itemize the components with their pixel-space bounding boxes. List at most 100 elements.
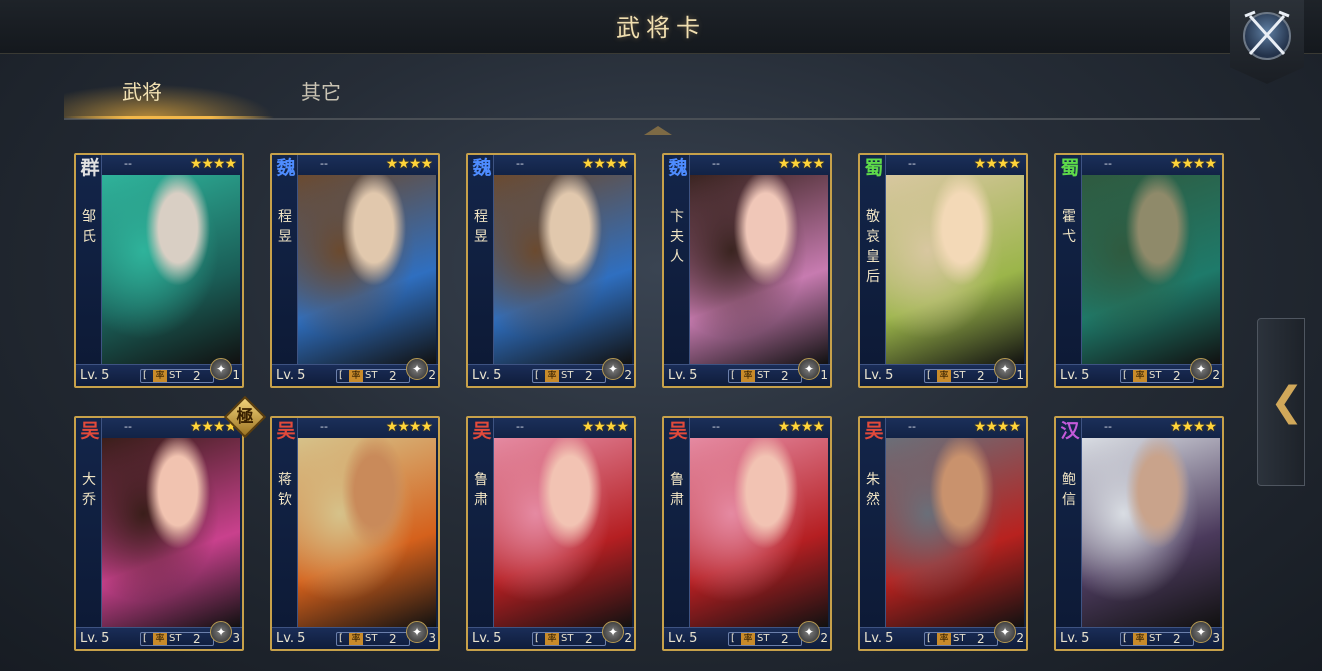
general-card[interactable]: 魏 -- ★★★★ 程昱 Lv. 5 [ 率 ST 2 ✦ 2 (466, 153, 636, 388)
level-value: 5 (297, 631, 306, 646)
level-prefix: Lv. (80, 631, 99, 646)
faction-label: 蜀 (1060, 157, 1080, 179)
stat-value: 2 (781, 369, 789, 383)
unit-type-icon: ✦ (798, 358, 820, 380)
card-side-panel (1056, 155, 1082, 364)
unit-type-icon: ✦ (1190, 358, 1212, 380)
level-value: 5 (493, 368, 502, 383)
faction-label: 群 (80, 157, 100, 179)
level-prefix: Lv. (276, 631, 295, 646)
general-card[interactable]: 魏 -- ★★★★ 卞夫人 Lv. 5 [ 率 ST 2 ✦ 1 (662, 153, 832, 388)
level-display: Lv. 5 (864, 631, 893, 646)
tab-others[interactable]: 其它 (301, 76, 341, 105)
stat-label: 率 (349, 370, 363, 382)
general-portrait (1082, 175, 1220, 364)
rank-placeholder: -- (908, 157, 916, 170)
general-portrait (886, 175, 1024, 364)
general-card[interactable]: 吴 -- ★★★★ 鲁肃 Lv. 5 [ 率 ST 2 ✦ 2 (662, 416, 832, 651)
card-side-panel (272, 155, 298, 364)
star-rating: ★★★★ (581, 419, 629, 435)
active-tab-glow (64, 84, 274, 118)
card-footer: Lv. 5 [ 率 ST 2 ✦ 2 (272, 358, 438, 386)
stat-bracket-icon: [ (535, 370, 539, 381)
rank-placeholder: -- (1104, 157, 1112, 170)
card-side-panel (76, 418, 102, 627)
stat-code: ST (953, 370, 966, 381)
level-display: Lv. 5 (472, 631, 501, 646)
card-footer: Lv. 5 [ 率 ST 2 ✦ 2 (468, 358, 634, 386)
active-tab-underline (64, 116, 274, 119)
stat-box: [ 率 ST 2 (532, 369, 606, 383)
faction-label: 魏 (668, 157, 688, 179)
card-side-panel (468, 418, 494, 627)
level-display: Lv. 5 (668, 631, 697, 646)
stat-label: 率 (545, 370, 559, 382)
card-footer: Lv. 5 [ 率 ST 2 ✦ 2 (468, 621, 634, 649)
general-card[interactable]: 群 -- ★★★★ 邹氏 Lv. 5 [ 率 ST 2 ✦ 1 (74, 153, 244, 388)
unit-type-icon: ✦ (602, 621, 624, 643)
stat-bracket-icon: [ (731, 633, 735, 644)
level-prefix: Lv. (80, 368, 99, 383)
unit-type-icon: ✦ (994, 358, 1016, 380)
stat-box: [ 率 ST 2 (140, 369, 214, 383)
rarity-badge-label: 極 (236, 407, 254, 427)
general-card[interactable]: 吴 -- ★★★★ 蒋钦 Lv. 5 [ 率 ST 2 ✦ 3 (270, 416, 440, 651)
tab-generals[interactable]: 武将 (122, 76, 162, 105)
stat-label: 率 (545, 633, 559, 645)
rank-placeholder: -- (124, 420, 132, 433)
faction-label: 魏 (276, 157, 296, 179)
general-card[interactable]: 蜀 -- ★★★★ 霍弋 Lv. 5 [ 率 ST 2 ✦ 2 (1054, 153, 1224, 388)
general-card[interactable]: 蜀 -- ★★★★ 敬哀皇后 Lv. 5 [ 率 ST 2 ✦ 1 (858, 153, 1028, 388)
stat-bracket-icon: [ (927, 370, 931, 381)
general-name: 蒋钦 (278, 472, 292, 508)
unit-type-count: 2 (624, 631, 632, 645)
card-footer: Lv. 5 [ 率 ST 2 ✦ 2 (1056, 358, 1222, 386)
level-display: Lv. 5 (276, 631, 305, 646)
general-card[interactable]: 吴 -- ★★★★ 大乔 Lv. 5 [ 率 ST 2 ✦ 3 (74, 416, 244, 651)
card-footer: Lv. 5 [ 率 ST 2 ✦ 1 (76, 358, 242, 386)
card-footer: Lv. 5 [ 率 ST 2 ✦ 3 (272, 621, 438, 649)
general-name: 敬哀皇后 (866, 209, 880, 285)
general-portrait (102, 438, 240, 627)
general-card[interactable]: 吴 -- ★★★★ 鲁肃 Lv. 5 [ 率 ST 2 ✦ 2 (466, 416, 636, 651)
general-card[interactable]: 汉 -- ★★★★ 鲍信 Lv. 5 [ 率 ST 2 ✦ 3 (1054, 416, 1224, 651)
card-side-panel (272, 418, 298, 627)
stat-box: [ 率 ST 2 (924, 369, 998, 383)
stat-code: ST (169, 633, 182, 644)
stat-code: ST (365, 370, 378, 381)
faction-label: 吴 (80, 420, 100, 442)
stat-bracket-icon: [ (339, 370, 343, 381)
card-footer: Lv. 5 [ 率 ST 2 ✦ 3 (1056, 621, 1222, 649)
level-prefix: Lv. (864, 631, 883, 646)
card-footer: Lv. 5 [ 率 ST 2 ✦ 1 (860, 358, 1026, 386)
faction-label: 吴 (276, 420, 296, 442)
unit-type-icon: ✦ (406, 621, 428, 643)
level-value: 5 (101, 631, 110, 646)
unit-type-count: 1 (1016, 368, 1024, 382)
unit-type-icon: ✦ (602, 358, 624, 380)
stat-code: ST (561, 633, 574, 644)
stat-value: 2 (1173, 369, 1181, 383)
unit-type-count: 2 (820, 631, 828, 645)
star-rating: ★★★★ (385, 419, 433, 435)
level-display: Lv. 5 (80, 631, 109, 646)
general-card[interactable]: 魏 -- ★★★★ 程昱 Lv. 5 [ 率 ST 2 ✦ 2 (270, 153, 440, 388)
level-value: 5 (885, 368, 894, 383)
stat-label: 率 (741, 370, 755, 382)
star-rating: ★★★★ (777, 156, 825, 172)
star-rating: ★★★★ (385, 156, 433, 172)
general-portrait (690, 175, 828, 364)
level-display: Lv. 5 (668, 368, 697, 383)
stat-value: 2 (1173, 632, 1181, 646)
star-rating: ★★★★ (581, 156, 629, 172)
faction-label: 吴 (668, 420, 688, 442)
unit-type-count: 2 (428, 368, 436, 382)
stat-code: ST (169, 370, 182, 381)
side-drawer-toggle[interactable]: ❮ (1257, 318, 1305, 486)
unit-type-count: 3 (1212, 631, 1220, 645)
stat-value: 2 (193, 632, 201, 646)
rank-placeholder: -- (712, 157, 720, 170)
level-prefix: Lv. (1060, 631, 1079, 646)
faction-label: 汉 (1060, 420, 1080, 442)
general-card[interactable]: 吴 -- ★★★★ 朱然 Lv. 5 [ 率 ST 2 ✦ 2 (858, 416, 1028, 651)
